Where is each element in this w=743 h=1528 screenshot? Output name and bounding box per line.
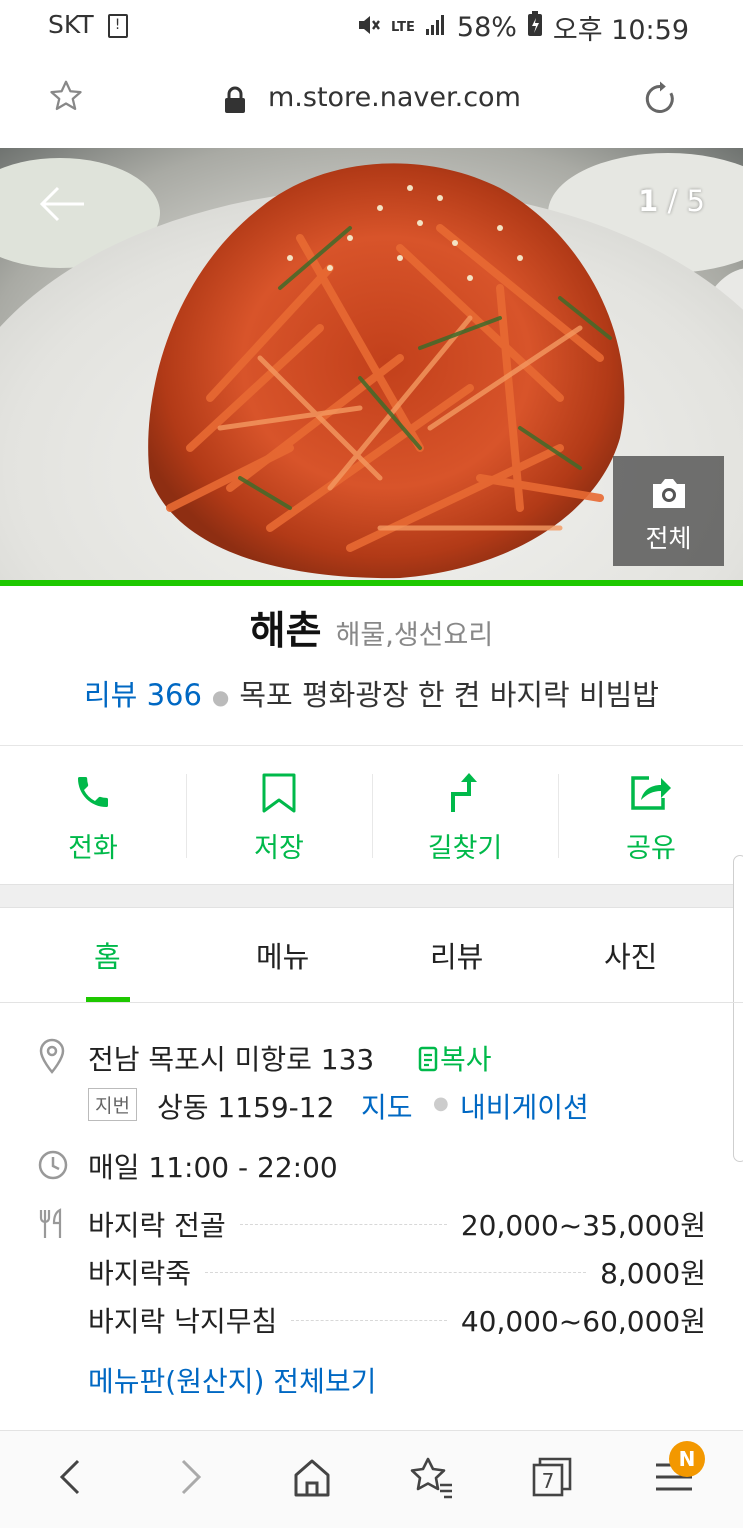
store-subtitle: 리뷰 366 ● 목포 평화광장 한 켠 바지락 비빔밥: [0, 672, 743, 714]
clock: 오후 10:59: [552, 15, 689, 46]
leader-line: [205, 1271, 587, 1273]
menu-item-price: 40,000~60,000원: [460, 1305, 706, 1338]
reload-icon[interactable]: [640, 79, 680, 123]
call-button[interactable]: 전화: [0, 746, 186, 884]
lock-icon: [223, 86, 247, 118]
business-hours: 매일 11:00 - 22:00: [88, 1151, 338, 1184]
action-row: 전화 저장 길찾기 공유: [0, 746, 743, 884]
tab-reviews[interactable]: 리뷰: [430, 934, 483, 976]
tabs-icon[interactable]: 7: [530, 1455, 574, 1503]
menu-item-name: 바지락 낙지무침: [88, 1305, 278, 1338]
copy-address-button[interactable]: 복사: [418, 1038, 492, 1079]
menu-item-name: 바지락 전골: [88, 1209, 226, 1242]
navigation-link[interactable]: 내비게이션: [460, 1086, 589, 1126]
home-icon[interactable]: [292, 1455, 332, 1503]
status-bar: SKT ! LTE 58% 오후 10:59: [0, 0, 743, 52]
separator-dot: ●: [433, 1093, 449, 1114]
status-right: LTE 58% 오후 10:59: [357, 8, 689, 47]
menu-item-price: 20,000~35,000원: [460, 1209, 706, 1242]
separator-dot: ●: [211, 685, 230, 709]
share-label: 공유: [626, 833, 676, 864]
browser-bottom-bar: 7: [0, 1430, 743, 1528]
scroll-handle[interactable]: [733, 855, 743, 1162]
store-name: 해촌: [249, 609, 322, 654]
battery-icon: [527, 11, 543, 44]
copy-label: 복사: [440, 1043, 492, 1076]
leader-line: [239, 1223, 447, 1225]
active-tab-indicator: [86, 997, 130, 1002]
bookmark-icon: [261, 772, 297, 818]
share-button[interactable]: 공유: [558, 746, 743, 884]
lot-address-text: 상동 1159-12: [157, 1091, 335, 1124]
mute-icon: [357, 12, 381, 43]
fork-knife-icon: [38, 1208, 68, 1244]
save-label: 저장: [254, 833, 304, 864]
leader-line: [291, 1319, 447, 1321]
battery-percent: 58%: [456, 12, 517, 43]
clock-icon: [38, 1150, 68, 1184]
favorite-star-icon[interactable]: [48, 78, 84, 118]
tab-photos[interactable]: 사진: [604, 934, 657, 976]
menu-item-price: 8,000원: [600, 1257, 706, 1290]
bookmarks-icon[interactable]: [410, 1455, 454, 1503]
tabs-count: 7: [542, 1469, 555, 1493]
location-pin-icon: [38, 1038, 66, 1078]
lot-address-tag: 지번: [88, 1088, 137, 1121]
photo-counter-current: 1: [638, 184, 659, 218]
hero-photo[interactable]: 1 / 5 전체: [0, 148, 743, 582]
menu-item: 바지락죽 8,000원: [88, 1252, 706, 1292]
directions-icon: [447, 772, 483, 818]
copy-icon: [418, 1046, 440, 1079]
camera-icon: [649, 476, 689, 514]
forward-icon[interactable]: [175, 1455, 205, 1503]
menu-item: 바지락 전골 20,000~35,000원: [88, 1204, 706, 1244]
directions-label: 길찾기: [427, 833, 503, 864]
network-label: LTE: [391, 20, 415, 35]
browser-url-bar: m.store.naver.com: [0, 52, 743, 148]
photo-progress-bar: [0, 580, 743, 586]
call-label: 전화: [68, 833, 118, 864]
map-link[interactable]: 지도: [361, 1086, 413, 1126]
store-title: 해촌 해물,생선요리: [0, 600, 743, 656]
carrier-label: SKT !: [48, 10, 128, 39]
directions-button[interactable]: 길찾기: [372, 746, 558, 884]
store-description: 목포 평화광장 한 켠 바지락 비빔밥: [239, 678, 659, 712]
notification-badge: N: [669, 1441, 705, 1477]
phone-icon: [73, 772, 113, 816]
back-icon[interactable]: [56, 1455, 86, 1503]
back-arrow-icon[interactable]: [38, 184, 86, 228]
tab-bar: 홈 메뉴 리뷰 사진: [0, 908, 743, 1003]
carrier-name: SKT: [48, 10, 94, 39]
store-category: 해물,생선요리: [335, 620, 494, 651]
photo-counter-sep: /: [658, 184, 687, 218]
url-text[interactable]: m.store.naver.com: [268, 82, 521, 113]
menu-item-name: 바지락죽: [88, 1257, 192, 1290]
tab-menu[interactable]: 메뉴: [256, 934, 309, 976]
menu-all-link[interactable]: 메뉴판(원산지) 전체보기: [88, 1360, 376, 1400]
save-button[interactable]: 저장: [186, 746, 372, 884]
signal-icon: [425, 12, 447, 43]
view-all-photos-button[interactable]: 전체: [613, 456, 724, 566]
view-all-photos-label: 전체: [645, 524, 692, 553]
notification-icon: !: [107, 14, 128, 38]
review-count-link[interactable]: 리뷰 366: [84, 678, 202, 712]
address-text: 전남 목포시 미항로 133: [88, 1043, 375, 1076]
section-gap: [0, 884, 743, 908]
share-icon: [629, 772, 673, 816]
photo-counter-total: 5: [686, 184, 705, 218]
menu-item: 바지락 낙지무침 40,000~60,000원: [88, 1300, 706, 1340]
tab-home[interactable]: 홈: [94, 934, 121, 976]
photo-counter: 1 / 5: [638, 184, 705, 218]
